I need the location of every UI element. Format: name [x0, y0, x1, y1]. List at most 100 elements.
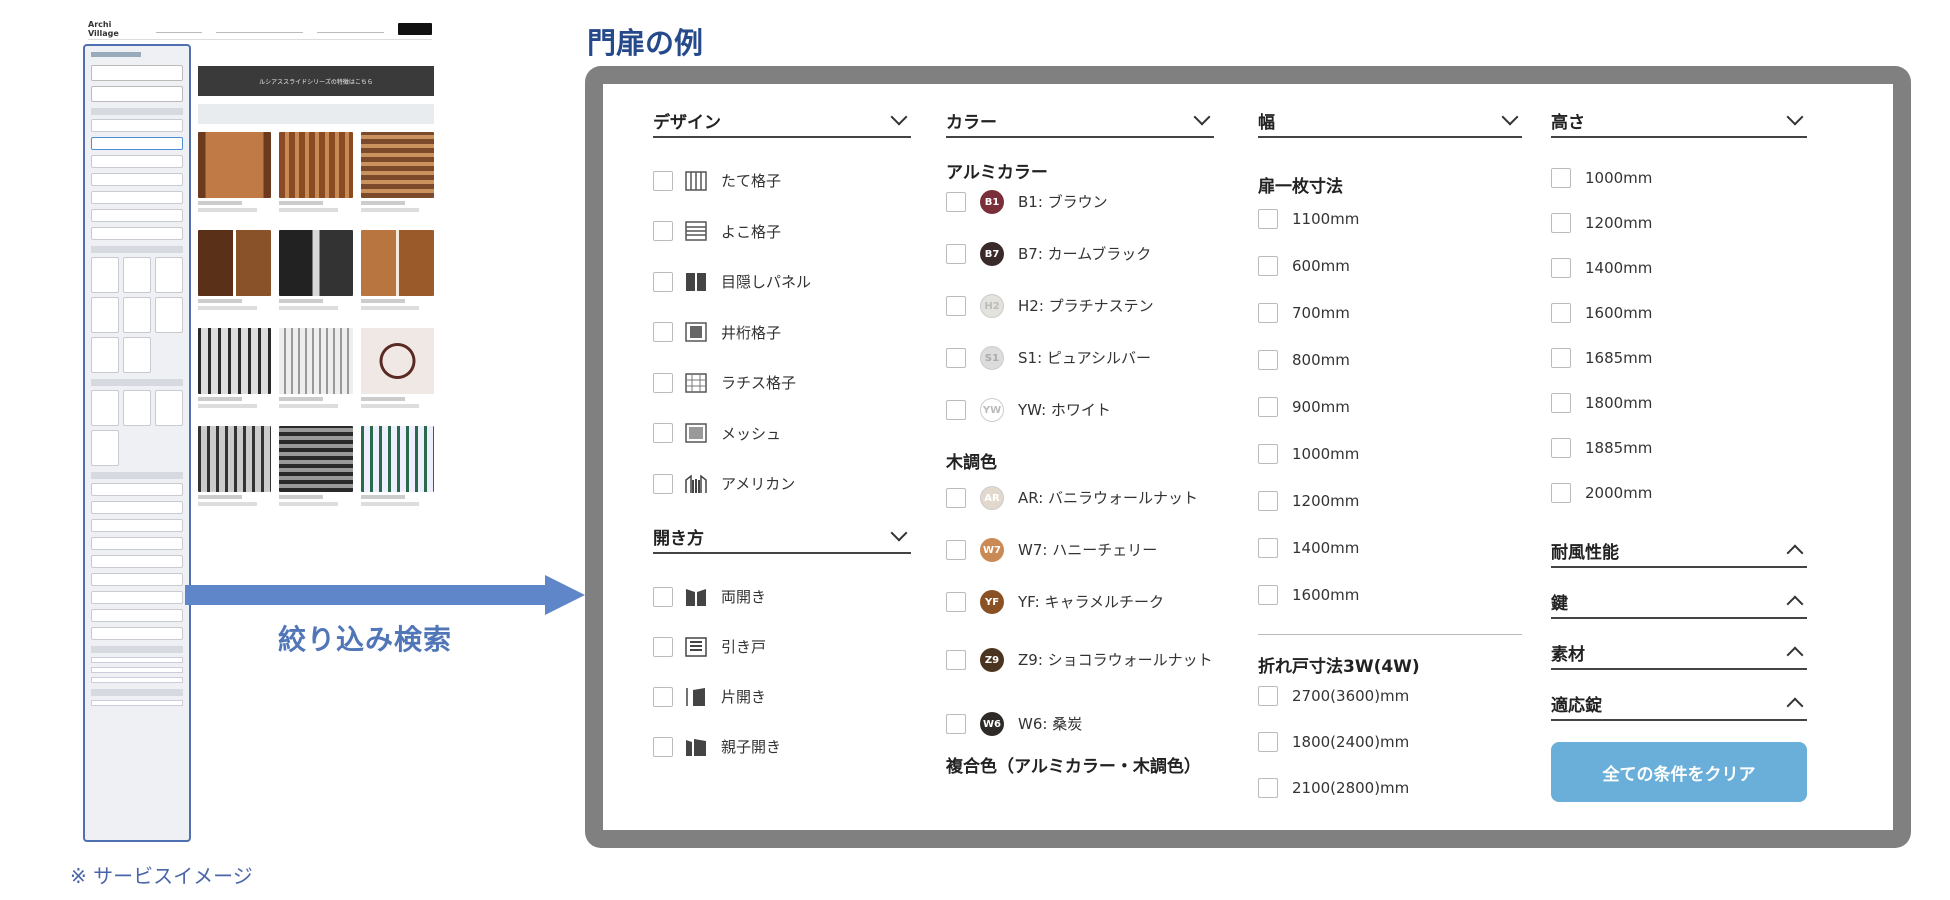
checkbox[interactable] — [653, 271, 673, 292]
door-size-option[interactable]: 1600mm — [1258, 585, 1359, 605]
opening-header[interactable]: 開き方 — [653, 520, 911, 554]
checkbox[interactable] — [1258, 256, 1278, 276]
door-size-option[interactable]: 700mm — [1258, 303, 1350, 323]
checkbox[interactable] — [946, 348, 966, 368]
checkbox[interactable] — [653, 221, 673, 241]
checkbox[interactable] — [946, 244, 966, 264]
checkbox[interactable] — [1551, 168, 1571, 188]
design-option[interactable]: メッシュ — [653, 423, 781, 444]
height-option[interactable]: 1685mm — [1551, 348, 1652, 368]
design-header[interactable]: デザイン — [653, 104, 911, 138]
checkbox[interactable] — [946, 192, 966, 212]
checkbox[interactable] — [946, 400, 966, 420]
checkbox[interactable] — [653, 636, 673, 657]
thumbnail-breadcrumb — [91, 52, 141, 57]
checkbox[interactable] — [653, 586, 673, 607]
opening-option[interactable]: 引き戸 — [653, 636, 766, 657]
checkbox[interactable] — [653, 423, 673, 443]
fold-size-option[interactable]: 2700(3600)mm — [1258, 686, 1409, 706]
design-option[interactable]: 井桁格子 — [653, 322, 781, 343]
checkbox[interactable] — [653, 322, 673, 342]
design-option[interactable]: アメリカン — [653, 473, 795, 494]
checkbox[interactable] — [946, 592, 966, 612]
checkbox[interactable] — [1258, 397, 1278, 417]
height-option[interactable]: 1600mm — [1551, 303, 1652, 323]
opening-column: 開き方 — [653, 520, 911, 554]
checkbox[interactable] — [1551, 213, 1571, 233]
checkbox[interactable] — [1258, 444, 1278, 464]
collapsed-section-header[interactable]: 適応錠 — [1551, 687, 1807, 721]
chevron-up-icon — [1786, 595, 1804, 613]
chevron-down-icon — [1193, 108, 1211, 126]
checkbox[interactable] — [1551, 393, 1571, 413]
thumbnail-select — [216, 25, 303, 33]
aluminum-color-option[interactable]: YW YW: ホワイト — [946, 398, 1111, 422]
collapsed-section-header[interactable]: 鍵 — [1551, 585, 1807, 619]
height-option[interactable]: 1200mm — [1551, 213, 1652, 233]
clear-all-button[interactable]: 全ての条件をクリア — [1551, 742, 1807, 802]
color-header[interactable]: カラー — [946, 104, 1214, 138]
checkbox[interactable] — [653, 736, 673, 757]
wood-color-option[interactable]: W7 W7: ハニーチェリー — [946, 538, 1157, 562]
checkbox[interactable] — [1551, 303, 1571, 323]
aluminum-color-option[interactable]: S1 S1: ピュアシルバー — [946, 346, 1151, 370]
checkbox[interactable] — [653, 170, 673, 191]
checkbox[interactable] — [1551, 483, 1571, 503]
checkbox[interactable] — [1258, 732, 1278, 752]
height-option[interactable]: 1400mm — [1551, 258, 1652, 278]
door-size-option[interactable]: 1000mm — [1258, 444, 1359, 464]
door-size-option[interactable]: 600mm — [1258, 256, 1350, 276]
opening-option[interactable]: 片開き — [653, 686, 766, 707]
opening-option[interactable]: 親子開き — [653, 736, 781, 757]
height-option[interactable]: 1800mm — [1551, 393, 1652, 413]
checkbox[interactable] — [946, 488, 966, 508]
checkbox[interactable] — [1258, 303, 1278, 323]
checkbox[interactable] — [1551, 348, 1571, 368]
door-size-option[interactable]: 900mm — [1258, 397, 1350, 417]
checkbox[interactable] — [1258, 209, 1278, 229]
door-size-option[interactable]: 800mm — [1258, 350, 1350, 370]
chevron-down-icon — [890, 524, 908, 542]
lattice-icon — [685, 372, 707, 393]
wood-color-option[interactable]: YF YF: キャラメルチーク — [946, 590, 1164, 614]
height-option[interactable]: 2000mm — [1551, 483, 1652, 503]
fold-size-option[interactable]: 1800(2400)mm — [1258, 732, 1409, 752]
height-header[interactable]: 高さ — [1551, 104, 1807, 138]
wood-color-option[interactable]: AR AR: バニラウォールナット — [946, 486, 1198, 510]
door-size-option[interactable]: 1400mm — [1258, 538, 1359, 558]
checkbox[interactable] — [1551, 258, 1571, 278]
checkbox[interactable] — [1258, 686, 1278, 706]
wood-color-option[interactable]: Z9 Z9: ショコラウォールナット — [946, 648, 1213, 672]
fold-size-option[interactable]: 2100(2800)mm — [1258, 778, 1409, 798]
door-size-option[interactable]: 1200mm — [1258, 491, 1359, 511]
collapsed-section-header[interactable]: 素材 — [1551, 636, 1807, 670]
design-option[interactable]: 目隠しパネル — [653, 271, 811, 292]
checkbox[interactable] — [946, 296, 966, 316]
opening-option[interactable]: 両開き — [653, 586, 766, 607]
collapsed-section-header[interactable]: 耐風性能 — [1551, 534, 1807, 568]
checkbox[interactable] — [653, 686, 673, 707]
thumbnail-product-card — [279, 426, 353, 516]
checkbox[interactable] — [946, 650, 966, 670]
checkbox[interactable] — [946, 714, 966, 734]
design-option[interactable]: ラチス格子 — [653, 372, 796, 393]
wood-color-option[interactable]: W6 W6: 桑炭 — [946, 712, 1082, 736]
checkbox[interactable] — [1258, 350, 1278, 370]
checkbox[interactable] — [946, 540, 966, 560]
checkbox[interactable] — [1258, 491, 1278, 511]
design-option[interactable]: よこ格子 — [653, 221, 781, 242]
door-size-option[interactable]: 1100mm — [1258, 209, 1359, 229]
checkbox[interactable] — [1258, 538, 1278, 558]
checkbox[interactable] — [1258, 585, 1278, 605]
width-header[interactable]: 幅 — [1258, 104, 1522, 138]
checkbox[interactable] — [653, 372, 673, 393]
design-option[interactable]: たて格子 — [653, 170, 781, 191]
height-option[interactable]: 1000mm — [1551, 168, 1652, 188]
aluminum-color-option[interactable]: B1 B1: ブラウン — [946, 190, 1108, 214]
height-option[interactable]: 1885mm — [1551, 438, 1652, 458]
aluminum-color-option[interactable]: B7 B7: カームブラック — [946, 242, 1151, 266]
checkbox[interactable] — [1551, 438, 1571, 458]
checkbox[interactable] — [653, 473, 673, 494]
aluminum-color-option[interactable]: H2 H2: プラチナステン — [946, 294, 1154, 318]
checkbox[interactable] — [1258, 778, 1278, 798]
